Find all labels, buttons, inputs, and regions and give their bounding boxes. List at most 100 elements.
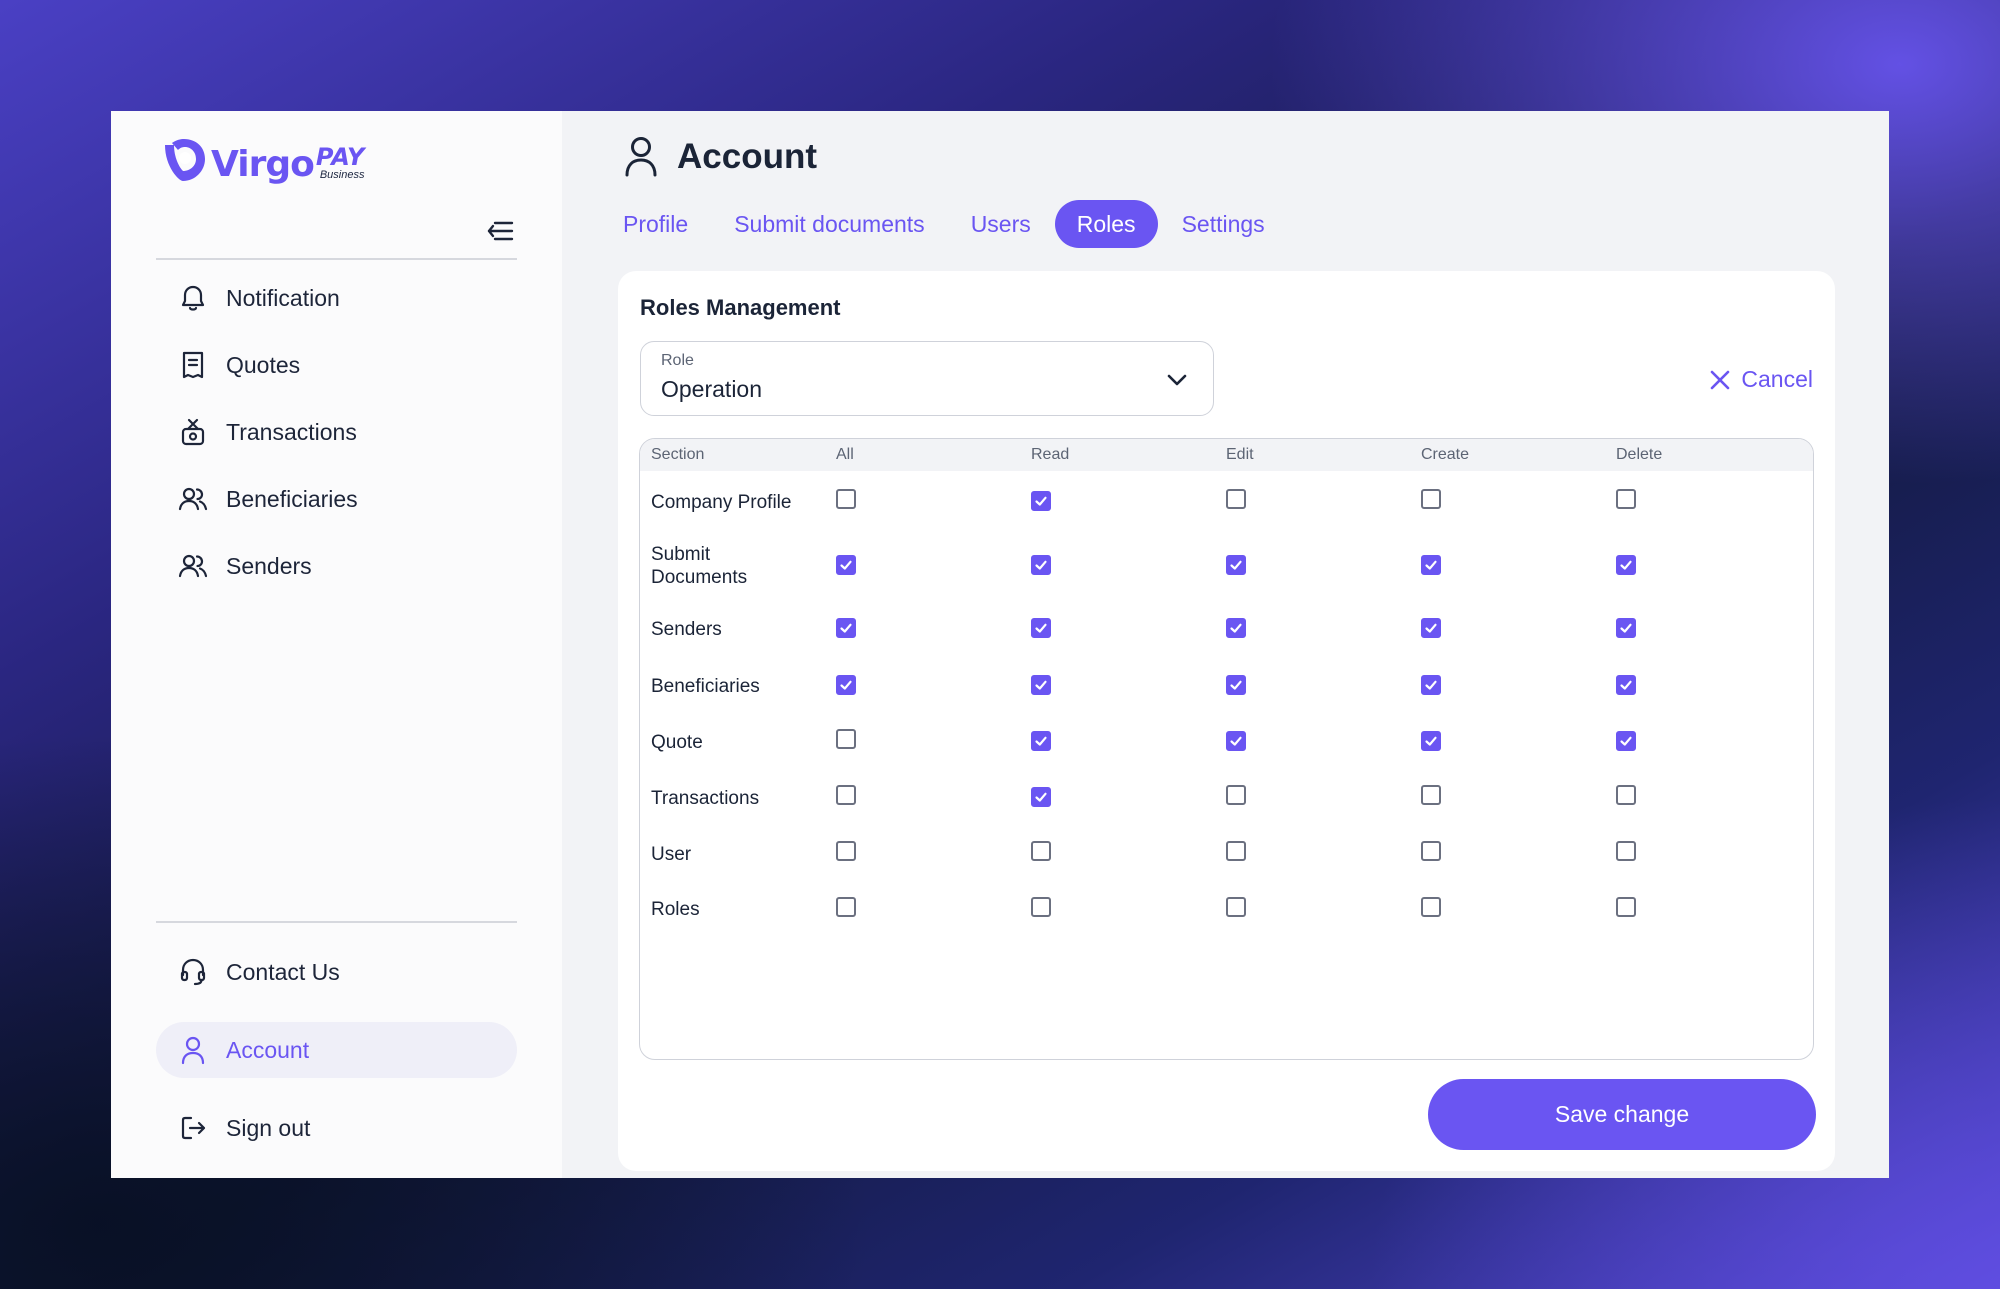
table-row: Roles [640, 882, 1813, 937]
checkbox-delete[interactable] [1616, 841, 1636, 861]
checkbox-delete[interactable] [1616, 730, 1636, 751]
checkbox-all[interactable] [836, 896, 856, 917]
checkbox-read[interactable] [1031, 730, 1051, 751]
sidebar-item-senders[interactable]: Senders [156, 538, 517, 594]
row-section-label: Company Profile [651, 491, 792, 513]
sidebar-item-label: Account [226, 1036, 310, 1063]
table-row: User [640, 826, 1813, 882]
checkbox-all[interactable] [836, 554, 856, 575]
checkbox-all[interactable] [836, 618, 856, 638]
checkbox-all[interactable] [836, 674, 856, 695]
check-icon [1035, 736, 1047, 746]
table-row: Company Profile [640, 473, 1813, 531]
sidebar-item-account[interactable]: Account [156, 1022, 517, 1078]
column-header-section: Section [651, 446, 705, 463]
checkbox-all[interactable] [836, 729, 856, 749]
checkbox-read[interactable] [1031, 896, 1051, 917]
checkbox-all[interactable] [836, 841, 856, 861]
check-icon [840, 680, 852, 690]
sidebar: Virgo PAY Business Notification Quotes T… [111, 111, 562, 1178]
checkbox-delete[interactable] [1616, 896, 1636, 917]
checkbox-delete[interactable] [1616, 785, 1636, 805]
checkbox-edit[interactable] [1226, 896, 1246, 917]
checkbox-delete[interactable] [1616, 618, 1636, 638]
users-icon [178, 484, 208, 514]
check-icon [1425, 560, 1437, 570]
sidebar-item-contact-us[interactable]: Contact Us [156, 944, 517, 1000]
app-window: Virgo PAY Business Notification Quotes T… [111, 111, 1889, 1178]
checkbox-create[interactable] [1421, 618, 1441, 638]
brand-logo[interactable]: Virgo PAY Business [159, 137, 364, 185]
check-icon [840, 560, 852, 570]
row-section-label: Senders [651, 619, 722, 640]
checkbox-edit[interactable] [1226, 674, 1246, 695]
checkbox-all[interactable] [836, 489, 856, 509]
sidebar-item-quotes[interactable]: Quotes [156, 337, 517, 393]
tab-users[interactable]: Users [949, 200, 1053, 248]
checkbox-delete[interactable] [1616, 674, 1636, 695]
users-icon [178, 551, 208, 581]
checkbox-create[interactable] [1421, 896, 1441, 917]
checkbox-delete[interactable] [1616, 554, 1636, 575]
tab-roles[interactable]: Roles [1054, 200, 1158, 248]
checkbox-read[interactable] [1031, 490, 1051, 511]
user-icon [623, 135, 663, 179]
check-icon [1425, 623, 1437, 633]
sidebar-item-transactions[interactable]: Transactions [156, 404, 517, 460]
table-row: Senders [640, 601, 1813, 658]
checkbox-create[interactable] [1421, 785, 1441, 805]
table-header: Section All Read Edit Create Delete [640, 439, 1813, 471]
sidebar-divider-top [156, 258, 517, 260]
checkbox-read[interactable] [1031, 674, 1051, 695]
save-change-button[interactable]: Save change [1428, 1079, 1816, 1150]
checkbox-read[interactable] [1031, 554, 1051, 575]
column-header-edit: Edit [1226, 446, 1254, 463]
row-section-label: Roles [651, 899, 700, 920]
role-select[interactable]: Role Operation [640, 341, 1214, 416]
check-icon [1035, 792, 1047, 802]
sidebar-collapse-button[interactable] [483, 214, 517, 248]
checkbox-create[interactable] [1421, 554, 1441, 575]
cancel-label: Cancel [1741, 366, 1813, 392]
checkbox-read[interactable] [1031, 841, 1051, 861]
checkbox-edit[interactable] [1226, 489, 1246, 509]
checkbox-all[interactable] [836, 785, 856, 805]
sidebar-item-notification[interactable]: Notification [156, 270, 517, 326]
check-icon [1230, 560, 1242, 570]
checkbox-read[interactable] [1031, 786, 1051, 807]
chevron-down-icon [1167, 374, 1187, 386]
checkbox-edit[interactable] [1226, 785, 1246, 805]
sidebar-item-label: Notification [226, 284, 340, 311]
brand-tagline: Business [319, 169, 365, 181]
roles-title: Roles Management [640, 295, 841, 320]
sidebar-item-beneficiaries[interactable]: Beneficiaries [156, 471, 517, 527]
row-section-label: Beneficiaries [651, 675, 760, 697]
tab-submit-documents[interactable]: Submit documents [712, 200, 946, 248]
checkbox-edit[interactable] [1226, 841, 1246, 861]
check-icon [1035, 680, 1047, 690]
checkbox-read[interactable] [1031, 618, 1051, 638]
check-icon [1620, 560, 1632, 570]
role-select-value: Operation [661, 376, 763, 402]
checkbox-create[interactable] [1421, 841, 1441, 861]
checkbox-create[interactable] [1421, 674, 1441, 695]
check-icon [1425, 736, 1437, 746]
check-icon [1620, 680, 1632, 690]
brand-name: Virgo [211, 144, 315, 185]
checkbox-edit[interactable] [1226, 618, 1246, 638]
tab-settings[interactable]: Settings [1160, 200, 1287, 248]
checkbox-delete[interactable] [1616, 489, 1636, 509]
brand-suffix: PAY [315, 143, 365, 171]
check-icon [1035, 496, 1047, 506]
sidebar-item-label: Contact Us [226, 958, 340, 985]
sidebar-item-label: Beneficiaries [226, 485, 358, 512]
table-row: Beneficiaries [640, 658, 1813, 714]
tab-profile[interactable]: Profile [623, 200, 710, 248]
checkbox-edit[interactable] [1226, 730, 1246, 751]
permissions-table: Section All Read Edit Create Delete Comp… [639, 438, 1814, 1060]
checkbox-create[interactable] [1421, 489, 1441, 509]
checkbox-edit[interactable] [1226, 554, 1246, 575]
checkbox-create[interactable] [1421, 730, 1441, 751]
cancel-button[interactable]: Cancel [1709, 366, 1813, 393]
sidebar-item-sign-out[interactable]: Sign out [156, 1100, 517, 1156]
